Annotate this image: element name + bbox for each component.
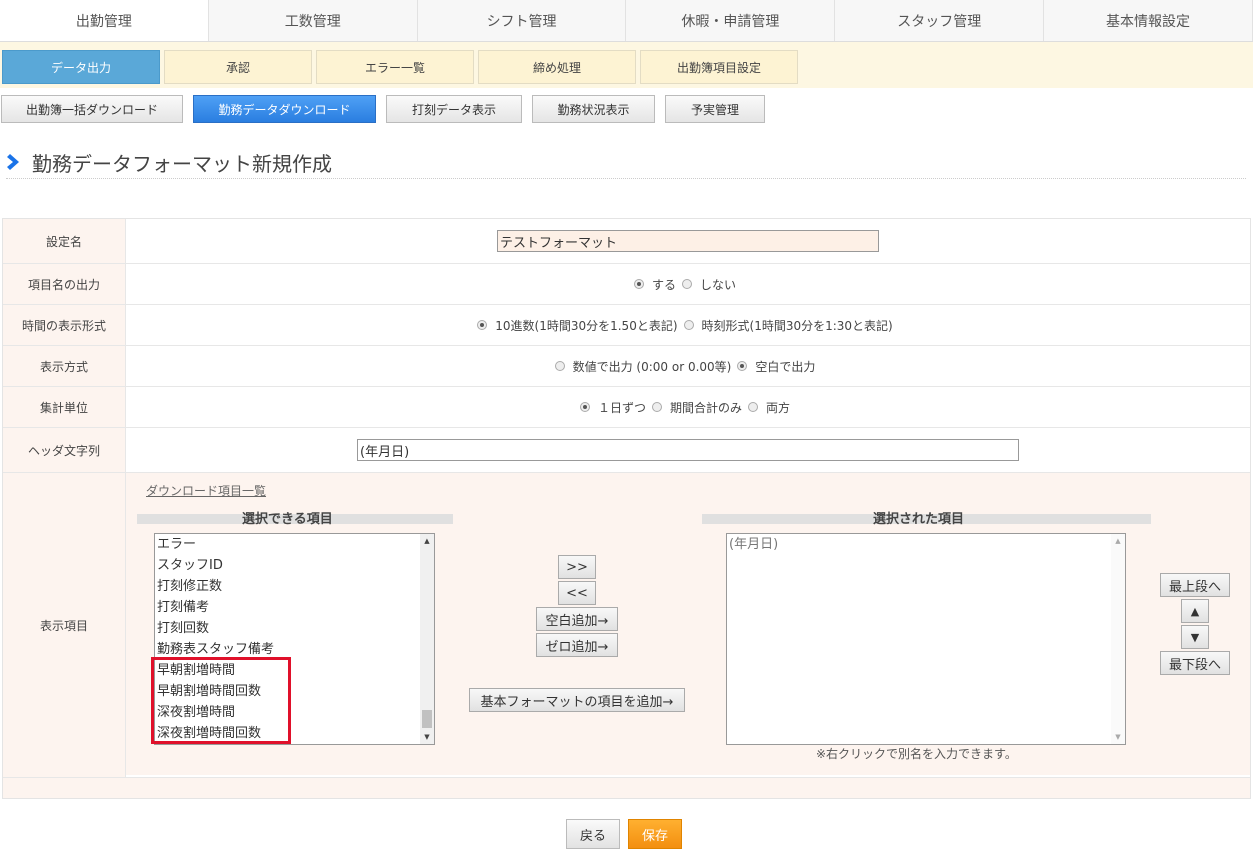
display-mode-label: 表示方式 (3, 346, 126, 386)
work-status-button[interactable]: 勤務状況表示 (532, 95, 655, 123)
display-items-label: 表示項目 (3, 473, 126, 777)
highlight-box (151, 657, 291, 744)
display-numeric-label: 数値で出力 (0:00 or 0.00等) (572, 359, 732, 374)
stamp-data-button[interactable]: 打刻データ表示 (386, 95, 522, 123)
list-item[interactable]: 打刻修正数 (155, 576, 434, 597)
add-zero-button[interactable]: ゼロ追加→ (536, 633, 618, 657)
tab-man-hours[interactable]: 工数管理 (208, 0, 418, 41)
scroll-down-icon[interactable]: ▼ (420, 730, 434, 744)
bulk-download-button[interactable]: 出勤簿一括ダウンロード (1, 95, 183, 123)
aggregation-both-label: 両方 (766, 400, 791, 415)
radio-aggregation-both[interactable] (748, 402, 758, 412)
radio-time-decimal[interactable] (477, 320, 488, 330)
list-item[interactable]: (年月日) (727, 534, 1125, 555)
header-text-input[interactable] (357, 439, 1019, 461)
chevron-right-icon (7, 154, 19, 170)
scroll-up-icon[interactable]: ▲ (420, 534, 434, 548)
list-item[interactable]: 打刻回数 (155, 618, 434, 639)
scroll-down-icon[interactable]: ▼ (1111, 730, 1125, 744)
add-blank-button[interactable]: 空白追加→ (536, 607, 618, 631)
tab-basic-settings[interactable]: 基本情報設定 (1044, 0, 1253, 41)
remove-item-button[interactable]: << (558, 581, 596, 605)
scroll-up-icon[interactable]: ▲ (1111, 534, 1125, 548)
setting-name-input[interactable] (497, 230, 879, 252)
row-setting-name: 設定名 (3, 219, 1250, 264)
display-blank-label: 空白で出力 (755, 359, 816, 374)
available-list-scrollbar[interactable]: ▲ ▼ (420, 534, 434, 744)
header-output-no-label: しない (700, 277, 737, 292)
budget-actual-button[interactable]: 予実管理 (665, 95, 765, 123)
available-items-title: 選択できる項目 (242, 512, 333, 527)
subtab-approval[interactable]: 承認 (164, 50, 312, 84)
move-bottom-button[interactable]: 最下段へ (1160, 651, 1230, 675)
aggregation-period-label: 期間合計のみ (669, 400, 742, 415)
tab-leave-request[interactable]: 休暇・申請管理 (626, 0, 836, 41)
setting-name-label: 設定名 (3, 219, 126, 263)
subtab-error-list[interactable]: エラー一覧 (316, 50, 474, 84)
work-data-download-button[interactable]: 勤務データダウンロード (193, 95, 376, 123)
list-item[interactable]: 打刻備考 (155, 597, 434, 618)
row-time-format: 時間の表示形式 10進数(1時間30分を1.50と表記) 時刻形式(1時間30分… (3, 305, 1250, 346)
add-item-button[interactable]: >> (558, 555, 596, 579)
tab-staff[interactable]: スタッフ管理 (835, 0, 1045, 41)
aggregation-daily-label: １日ずつ (597, 400, 646, 415)
form-bottom-strip (3, 778, 1250, 798)
scroll-thumb[interactable] (422, 710, 432, 728)
subtab-closing[interactable]: 締め処理 (478, 50, 636, 84)
time-clock-label: 時刻形式(1時間30分を1:30と表記) (701, 318, 893, 333)
sub-nav: データ出力 承認 エラー一覧 締め処理 出勤簿項目設定 (0, 42, 1253, 88)
list-item[interactable]: スタッフID (155, 555, 434, 576)
selected-list-scrollbar[interactable]: ▲ ▼ (1111, 534, 1125, 744)
row-display-mode: 表示方式 数値で出力 (0:00 or 0.00等) 空白で出力 (3, 346, 1250, 387)
back-button[interactable]: 戻る (566, 819, 620, 849)
radio-header-output-no[interactable] (682, 279, 692, 289)
selected-items-list[interactable]: (年月日) ▲ ▼ (726, 533, 1126, 745)
radio-time-clock[interactable] (683, 320, 694, 330)
list-item[interactable]: エラー (155, 534, 434, 555)
radio-aggregation-daily[interactable] (579, 402, 590, 412)
header-text-label: ヘッダ文字列 (3, 428, 126, 472)
header-output-label: 項目名の出力 (3, 264, 126, 304)
move-up-button[interactable]: ▲ (1181, 599, 1209, 623)
move-top-button[interactable]: 最上段へ (1160, 573, 1230, 597)
tab-attendance[interactable]: 出勤管理 (0, 0, 209, 41)
move-down-button[interactable]: ▼ (1181, 625, 1209, 649)
aggregation-label: 集計単位 (3, 387, 126, 427)
radio-aggregation-period[interactable] (651, 402, 662, 412)
radio-display-blank[interactable] (737, 361, 748, 371)
alias-note: ※右クリックで別名を入力できます。 (816, 747, 1017, 761)
selected-items-title: 選択された項目 (873, 512, 965, 527)
row-header-output: 項目名の出力 する しない (3, 264, 1250, 305)
add-basic-format-button[interactable]: 基本フォーマットの項目を追加→ (469, 688, 685, 712)
radio-display-numeric[interactable] (554, 361, 565, 371)
tab-shift[interactable]: シフト管理 (417, 0, 627, 41)
radio-header-output-yes[interactable] (633, 279, 644, 289)
subtab-attendance-item-settings[interactable]: 出勤簿項目設定 (640, 50, 798, 84)
time-decimal-label: 10進数(1時間30分を1.50と表記) (495, 318, 678, 333)
save-button[interactable]: 保存 (628, 819, 682, 849)
download-item-list-link[interactable]: ダウンロード項目一覧 (146, 482, 266, 499)
header-output-yes-label: する (651, 277, 676, 292)
page-title-text: 勤務データフォーマット新規作成 (32, 151, 332, 176)
row-header-text: ヘッダ文字列 (3, 428, 1250, 473)
row-aggregation: 集計単位 １日ずつ 期間合計のみ 両方 (3, 387, 1250, 428)
main-nav: 出勤管理 工数管理 シフト管理 休暇・申請管理 スタッフ管理 基本情報設定 (0, 0, 1253, 42)
page-title: 勤務データフォーマット新規作成 (6, 146, 1246, 179)
subtab-data-output[interactable]: データ出力 (2, 50, 160, 84)
time-format-label: 時間の表示形式 (3, 305, 126, 345)
